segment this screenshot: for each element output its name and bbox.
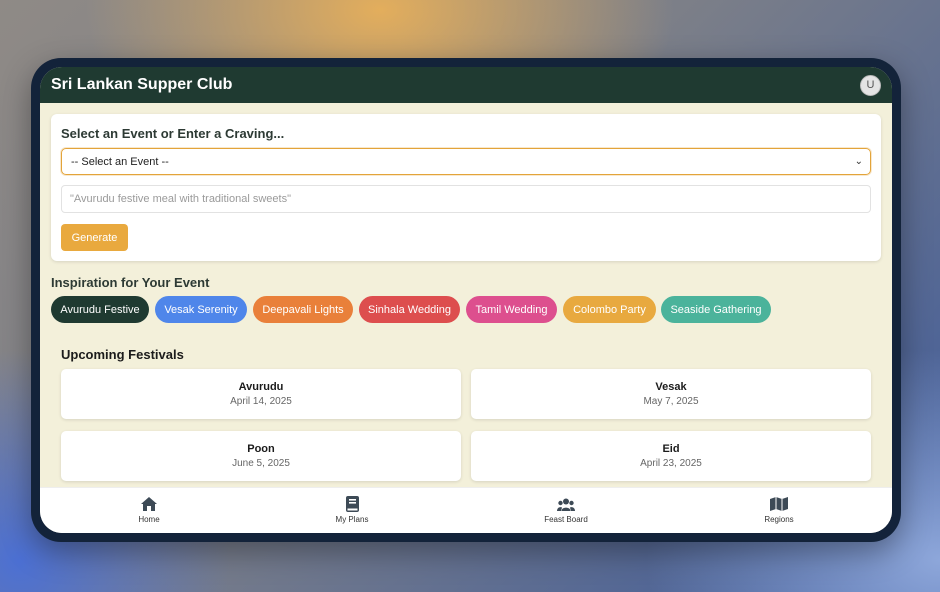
chip-seaside-gathering[interactable]: Seaside Gathering bbox=[661, 296, 771, 323]
chip-vesak-serenity[interactable]: Vesak Serenity bbox=[155, 296, 247, 323]
festivals-heading: Upcoming Festivals bbox=[61, 347, 184, 362]
festival-name: Vesak bbox=[655, 381, 687, 393]
festival-date: April 14, 2025 bbox=[230, 396, 292, 407]
chip-sinhala-wedding[interactable]: Sinhala Wedding bbox=[359, 296, 460, 323]
festival-card[interactable]: Avurudu April 14, 2025 bbox=[61, 369, 461, 419]
nav-label: Regions bbox=[764, 515, 794, 524]
event-select[interactable]: -- Select an Event -- ⌄ bbox=[61, 148, 871, 175]
chip-avurudu-festive[interactable]: Avurudu Festive bbox=[51, 296, 149, 323]
app-title: Sri Lankan Supper Club bbox=[51, 76, 233, 93]
festival-name: Avurudu bbox=[238, 381, 284, 393]
craving-placeholder: "Avurudu festive meal with traditional s… bbox=[70, 193, 291, 205]
inspiration-heading: Inspiration for Your Event bbox=[51, 275, 210, 290]
map-icon bbox=[770, 496, 788, 512]
festival-date: May 7, 2025 bbox=[643, 396, 699, 407]
avatar[interactable]: U bbox=[860, 74, 881, 96]
event-form-card: Select an Event or Enter a Craving... --… bbox=[51, 114, 881, 261]
festival-date: June 5, 2025 bbox=[232, 458, 290, 469]
festival-name: Eid bbox=[662, 443, 680, 455]
app-header: Sri Lankan Supper Club U bbox=[40, 67, 892, 103]
nav-label: My Plans bbox=[335, 515, 369, 524]
users-icon bbox=[557, 496, 575, 512]
main-content: Select an Event or Enter a Craving... --… bbox=[40, 103, 892, 487]
nav-regions[interactable]: Regions bbox=[724, 496, 834, 524]
event-form-heading: Select an Event or Enter a Craving... bbox=[61, 126, 285, 141]
nav-label: Feast Board bbox=[544, 515, 588, 524]
chevron-down-icon: ⌄ bbox=[854, 156, 863, 167]
nav-label: Home bbox=[138, 515, 160, 524]
device-frame: Sri Lankan Supper Club U Select an Event… bbox=[31, 58, 901, 542]
chip-tamil-wedding[interactable]: Tamil Wedding bbox=[466, 296, 557, 323]
nav-home[interactable]: Home bbox=[94, 496, 204, 524]
app-screen: Sri Lankan Supper Club U Select an Event… bbox=[40, 67, 892, 533]
chip-deepavali-lights[interactable]: Deepavali Lights bbox=[253, 296, 353, 323]
nav-feast-board[interactable]: Feast Board bbox=[511, 496, 621, 524]
generate-button[interactable]: Generate bbox=[61, 224, 128, 251]
chip-colombo-party[interactable]: Colombo Party bbox=[563, 296, 656, 323]
festival-card[interactable]: Eid April 23, 2025 bbox=[471, 431, 871, 481]
festival-card[interactable]: Poon June 5, 2025 bbox=[61, 431, 461, 481]
festival-card[interactable]: Vesak May 7, 2025 bbox=[471, 369, 871, 419]
book-icon bbox=[343, 496, 361, 512]
festival-date: April 23, 2025 bbox=[640, 458, 702, 469]
nav-my-plans[interactable]: My Plans bbox=[297, 496, 407, 524]
festival-name: Poon bbox=[247, 443, 275, 455]
craving-input[interactable]: "Avurudu festive meal with traditional s… bbox=[61, 185, 871, 213]
event-select-value: -- Select an Event -- bbox=[71, 155, 169, 168]
home-icon bbox=[140, 496, 158, 512]
bottom-nav: Home My Plans Feast Board Regions bbox=[40, 487, 892, 533]
